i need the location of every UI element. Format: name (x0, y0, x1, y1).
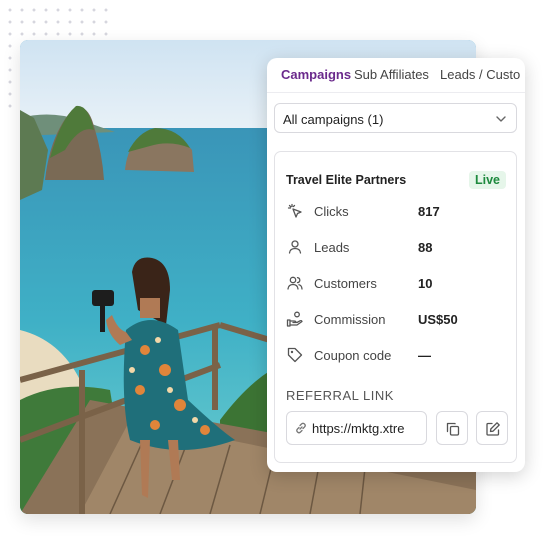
cursor-click-icon (287, 203, 302, 218)
campaign-card: Travel Elite Partners Live Clicks 817 Le… (274, 151, 517, 463)
user-icon (288, 240, 302, 254)
stat-label: Clicks (314, 204, 349, 219)
stat-label: Coupon code (314, 348, 392, 363)
copy-icon (446, 422, 460, 436)
copy-link-button[interactable] (436, 411, 468, 445)
tag-icon (287, 347, 303, 363)
referral-url-field[interactable]: https://mktg.xtre (286, 411, 427, 445)
stat-value: 10 (418, 276, 433, 291)
campaign-select[interactable]: All campaigns (1) (274, 103, 517, 133)
campaign-select-value: All campaigns (1) (283, 112, 384, 127)
referral-url-text: https://mktg.xtre (312, 421, 405, 436)
edit-icon (486, 422, 500, 436)
link-icon (296, 422, 306, 434)
hand-coins-icon (286, 311, 303, 327)
tab-campaigns[interactable]: Campaigns (281, 67, 351, 82)
status-badge: Live (468, 171, 506, 189)
tab-bar: Campaigns Sub Affiliates Leads / Custo (267, 58, 525, 93)
tab-sub-affiliates[interactable]: Sub Affiliates (354, 67, 429, 82)
stat-value: — (418, 348, 431, 363)
stat-label: Leads (314, 240, 350, 255)
stat-label: Commission (314, 312, 386, 327)
stat-row-commission: Commission US$50 (286, 310, 506, 332)
stat-value: US$50 (418, 312, 458, 327)
tab-leads-customers[interactable]: Leads / Custo (440, 67, 520, 82)
stat-row-clicks: Clicks 817 (286, 202, 506, 224)
affiliate-panel: Campaigns Sub Affiliates Leads / Custo A… (267, 58, 525, 472)
stat-row-customers: Customers 10 (286, 274, 506, 296)
stat-value: 817 (418, 204, 440, 219)
stat-row-coupon: Coupon code — (286, 346, 506, 368)
stat-value: 88 (418, 240, 433, 255)
users-icon (287, 276, 303, 290)
stat-row-leads: Leads 88 (286, 238, 506, 260)
campaign-name: Travel Elite Partners (286, 173, 407, 187)
edit-link-button[interactable] (476, 411, 508, 445)
stat-label: Customers (314, 276, 377, 291)
chevron-down-icon (496, 116, 506, 122)
referral-link-heading: REFERRAL LINK (286, 388, 394, 403)
